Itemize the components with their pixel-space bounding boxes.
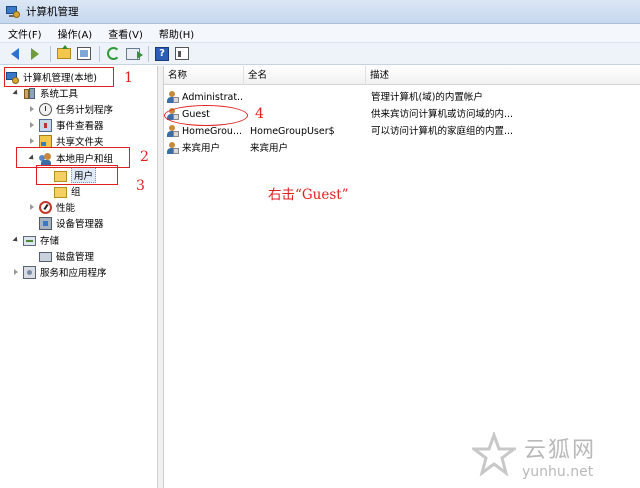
back-button[interactable] <box>6 45 24 63</box>
toolbar-separator <box>148 45 149 62</box>
help-icon: ? <box>155 46 169 61</box>
console-tree: 计算机管理(本地) 系统工具 任务计划程序 事件查看器 共享文件夹 本地用户和组… <box>0 66 158 488</box>
folder-icon <box>54 186 67 198</box>
services-icon <box>23 265 36 279</box>
cell-name: 来宾用户 <box>182 143 221 154</box>
user-icon <box>166 125 179 138</box>
collapsed-arrow-icon[interactable] <box>28 203 36 211</box>
performance-icon <box>39 200 52 214</box>
watermark-brand: 云狐网 <box>524 438 597 463</box>
tree-item-label: 服务和应用程序 <box>40 268 107 279</box>
tree-item-label: 存储 <box>40 236 60 247</box>
cell-fullname: 来宾用户 <box>250 143 289 154</box>
tree-item-label: 性能 <box>56 203 76 214</box>
tree-item-device-manager[interactable]: 设备管理器 <box>39 215 104 231</box>
list-row-administrator[interactable]: Administrat... 管理计算机(域)的内置帐户 <box>164 89 640 106</box>
cell-description: 供来宾访问计算机或访问域的内... <box>371 109 514 120</box>
user-list-pane: 名称 全名 描述 Administrat... 管理计算机(域)的内置帐户 Gu… <box>164 66 640 488</box>
tree-item-groups[interactable]: 组 <box>54 183 81 199</box>
export-list-icon <box>126 47 143 60</box>
annotation-number: 3 <box>136 178 145 194</box>
collapsed-arrow-icon[interactable] <box>12 268 20 276</box>
forward-arrow-icon <box>31 47 39 60</box>
up-folder-icon <box>57 45 71 59</box>
computer-management-icon <box>6 5 20 19</box>
collapsed-arrow-icon[interactable] <box>28 121 36 129</box>
cell-description: 管理计算机(域)的内置帐户 <box>371 92 483 103</box>
tree-item-label: 任务计划程序 <box>56 105 114 116</box>
window-title: 计算机管理 <box>26 6 79 18</box>
cell-fullname: HomeGroupUser$ <box>250 126 335 137</box>
tree-item-label: 系统工具 <box>40 89 79 100</box>
collapsed-arrow-icon[interactable] <box>28 105 36 113</box>
toolbar-separator <box>50 45 51 62</box>
tree-item-task-scheduler[interactable]: 任务计划程序 <box>28 101 113 117</box>
device-manager-icon <box>39 216 52 230</box>
tree-item-label: 设备管理器 <box>56 219 104 230</box>
annotation-instruction: 右击“Guest” <box>268 187 349 203</box>
tree-item-event-viewer[interactable]: 事件查看器 <box>28 117 104 133</box>
annotation-oval-guest <box>164 105 248 126</box>
event-viewer-icon <box>39 118 52 132</box>
column-header-name[interactable]: 名称 <box>164 66 244 85</box>
tree-item-services-and-applications[interactable]: 服务和应用程序 <box>12 264 107 280</box>
refresh-icon <box>106 47 120 60</box>
cell-description: 可以访问计算机的家庭组的内置... <box>371 126 514 137</box>
menu-view[interactable]: 查看(V) <box>108 26 143 41</box>
export-list-button[interactable] <box>124 45 143 63</box>
action-pane-icon <box>175 47 189 60</box>
column-header-fullname[interactable]: 全名 <box>244 66 366 85</box>
toolbar-separator <box>99 45 100 62</box>
annotation-box-computer-management <box>4 67 114 87</box>
menu-action[interactable]: 操作(A) <box>58 26 93 41</box>
forward-button[interactable] <box>26 45 44 63</box>
shared-folder-icon <box>39 134 52 148</box>
collapsed-arrow-icon[interactable] <box>28 137 36 145</box>
menu-help[interactable]: 帮助(H) <box>159 26 194 41</box>
annotation-number: 4 <box>255 106 264 122</box>
expanded-arrow-icon[interactable] <box>12 236 20 244</box>
annotation-number: 2 <box>140 149 149 165</box>
cell-description <box>371 140 539 157</box>
tree-item-label: 事件查看器 <box>56 121 104 132</box>
tree-item-label: 磁盘管理 <box>56 252 95 263</box>
action-pane-button[interactable] <box>173 45 191 63</box>
list-row-guest-user[interactable]: 来宾用户 来宾用户 <box>164 140 640 157</box>
tree-item-storage[interactable]: 存储 <box>12 232 59 248</box>
user-icon <box>166 142 179 155</box>
column-header-description[interactable]: 描述 <box>366 66 640 85</box>
storage-icon <box>23 236 36 246</box>
tree-item-label: 共享文件夹 <box>56 137 104 148</box>
menu-file[interactable]: 文件(F) <box>8 26 42 41</box>
clock-icon <box>39 102 52 116</box>
show-hide-tree-icon <box>77 47 91 60</box>
list-header: 名称 全名 描述 <box>164 66 640 85</box>
annotation-number: 1 <box>124 70 133 86</box>
cell-fullname <box>250 106 364 123</box>
show-hide-tree-button[interactable] <box>75 45 93 63</box>
star-logo-icon <box>472 432 516 476</box>
tree-item-performance[interactable]: 性能 <box>28 199 75 215</box>
watermark-url: yunhu.net <box>522 464 594 480</box>
expanded-arrow-icon[interactable] <box>12 89 20 97</box>
toolbar: ? <box>0 43 640 65</box>
user-icon <box>166 91 179 104</box>
watermark: 云狐网 yunhu.net <box>468 428 638 486</box>
disk-icon <box>39 252 52 262</box>
list-row-homegroupuser[interactable]: HomeGrou... HomeGroupUser$ 可以访问计算机的家庭组的内… <box>164 123 640 140</box>
refresh-button[interactable] <box>104 45 122 63</box>
tree-item-system-tools[interactable]: 系统工具 <box>12 85 78 101</box>
up-one-level-button[interactable] <box>55 45 73 63</box>
cell-name: Administrat... <box>182 92 244 103</box>
system-tools-icon <box>23 87 36 100</box>
menu-bar: 文件(F) 操作(A) 查看(V) 帮助(H) <box>0 24 640 43</box>
cell-fullname <box>250 89 364 106</box>
help-button[interactable]: ? <box>153 45 171 63</box>
tree-item-disk-management[interactable]: 磁盘管理 <box>39 248 94 264</box>
back-arrow-icon <box>11 47 19 60</box>
tree-item-label: 组 <box>71 187 81 198</box>
annotation-box-users <box>36 165 118 185</box>
title-bar: 计算机管理 <box>0 0 640 24</box>
